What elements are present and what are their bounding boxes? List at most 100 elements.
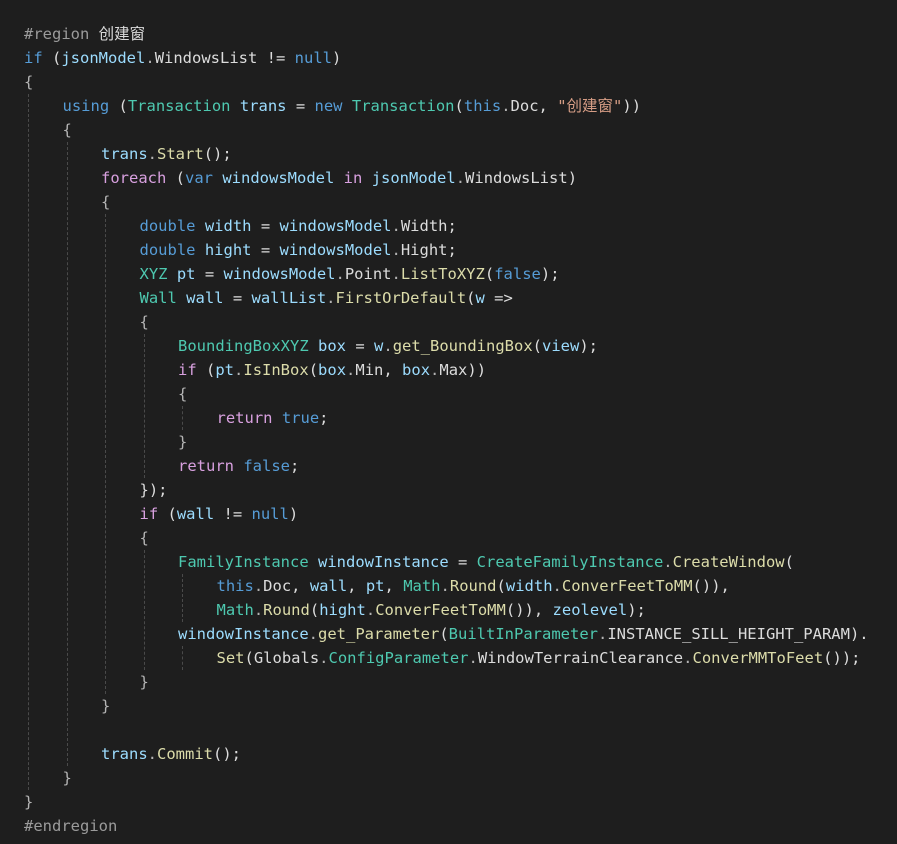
code-token: null bbox=[251, 505, 289, 523]
code-token: using bbox=[62, 97, 110, 115]
code-token: ( bbox=[496, 577, 506, 595]
code-line[interactable]: windowInstance.get_Parameter(BuiltInPara… bbox=[178, 622, 869, 646]
code-token: if bbox=[178, 361, 197, 379]
code-line[interactable]: Wall wall = wallList.FirstOrDefault(w => bbox=[140, 286, 513, 310]
code-line[interactable]: foreach (var windowsModel in jsonModel.W… bbox=[101, 166, 577, 190]
code-token: ( bbox=[439, 625, 449, 643]
code-token: false bbox=[243, 457, 291, 475]
code-token: wallList bbox=[251, 289, 327, 307]
code-token: in bbox=[343, 169, 363, 187]
code-token: Set bbox=[216, 649, 245, 667]
code-line[interactable]: { bbox=[178, 382, 187, 406]
code-line[interactable]: double hight = windowsModel.Hight; bbox=[140, 238, 457, 262]
indent-guide bbox=[105, 214, 106, 694]
code-editor[interactable]: #region 创建窗 if (jsonModel.WindowsList != … bbox=[0, 0, 897, 844]
code-line[interactable]: XYZ pt = windowsModel.Point.ListToXYZ(fa… bbox=[140, 262, 560, 286]
code-token: )) bbox=[622, 97, 642, 115]
code-line[interactable]: return true; bbox=[217, 406, 329, 430]
code-token: jsonModel bbox=[61, 49, 146, 67]
code-token: , bbox=[347, 577, 366, 595]
code-token: hight bbox=[319, 601, 366, 619]
code-token: ); bbox=[627, 601, 646, 619]
code-token: width bbox=[505, 577, 553, 595]
code-line[interactable]: BoundingBoxXYZ box = w.get_BoundingBox(v… bbox=[178, 334, 598, 358]
code-token: ()), bbox=[692, 577, 730, 595]
code-line[interactable]: Set(Globals.ConfigParameter.WindowTerrai… bbox=[217, 646, 861, 670]
indent-guide bbox=[182, 646, 183, 670]
code-token: ConverFeetToMM bbox=[375, 601, 506, 619]
code-token: double bbox=[139, 217, 196, 235]
code-token: Width bbox=[400, 217, 448, 235]
code-token: wall bbox=[309, 577, 348, 595]
code-token: w bbox=[374, 337, 384, 355]
code-token: { bbox=[101, 193, 111, 211]
code-token: ) bbox=[332, 49, 342, 67]
code-token: trans bbox=[101, 145, 148, 163]
code-token: . bbox=[430, 361, 440, 379]
code-line[interactable]: { bbox=[101, 190, 110, 214]
code-line[interactable]: FamilyInstance windowInstance = CreateFa… bbox=[178, 550, 794, 574]
code-line[interactable]: return false; bbox=[178, 454, 299, 478]
code-token: trans bbox=[101, 745, 148, 763]
code-token: ; bbox=[447, 217, 457, 235]
code-token: return bbox=[216, 409, 273, 427]
code-token: , bbox=[538, 97, 558, 115]
code-line[interactable]: if (wall != null) bbox=[140, 502, 299, 526]
code-line[interactable]: } bbox=[140, 670, 149, 694]
code-token: . bbox=[253, 601, 264, 619]
code-token: . bbox=[145, 49, 155, 67]
code-token: ). bbox=[849, 625, 869, 643]
code-token: != bbox=[257, 49, 295, 67]
code-token: Max bbox=[439, 361, 468, 379]
code-line[interactable]: if (pt.IsInBox(box.Min, box.Max)) bbox=[178, 358, 486, 382]
code-token: ConverFeetToMM bbox=[561, 577, 693, 595]
code-line[interactable]: } bbox=[63, 766, 72, 790]
code-token: { bbox=[178, 385, 188, 403]
code-token: != bbox=[214, 505, 252, 523]
code-line[interactable]: { bbox=[24, 70, 33, 94]
code-line[interactable]: using (Transaction trans = new Transacti… bbox=[63, 94, 642, 118]
code-token: Globals bbox=[253, 649, 320, 667]
code-token: ( bbox=[454, 97, 464, 115]
code-line[interactable]: } bbox=[178, 430, 187, 454]
code-line[interactable]: this.Doc, wall, pt, Math.Round(width.Con… bbox=[217, 574, 730, 598]
code-line[interactable]: trans.Start(); bbox=[101, 142, 232, 166]
code-line[interactable]: trans.Commit(); bbox=[101, 742, 241, 766]
code-line[interactable]: #region 创建窗 bbox=[24, 22, 145, 46]
code-line[interactable]: } bbox=[24, 790, 33, 814]
code-line[interactable]: double width = windowsModel.Width; bbox=[140, 214, 457, 238]
code-line[interactable]: { bbox=[140, 526, 149, 550]
code-line[interactable]: }); bbox=[140, 478, 168, 502]
code-line[interactable]: Math.Round(hight.ConverFeetToMM()), zeol… bbox=[217, 598, 646, 622]
code-token: = bbox=[448, 553, 477, 571]
code-line[interactable]: #endregion bbox=[24, 814, 117, 838]
code-token: this bbox=[463, 97, 502, 115]
code-line[interactable]: { bbox=[140, 310, 149, 334]
code-token: box bbox=[318, 361, 347, 379]
code-token: ; bbox=[447, 241, 457, 259]
code-line[interactable]: if (jsonModel.WindowsList != null) bbox=[24, 46, 341, 70]
code-token: if bbox=[139, 505, 159, 523]
code-token: } bbox=[178, 433, 188, 451]
code-token: . bbox=[147, 145, 158, 163]
code-token: Transaction bbox=[351, 97, 455, 115]
indent-guide bbox=[182, 574, 183, 622]
code-line[interactable]: { bbox=[63, 118, 72, 142]
code-token: IsInBox bbox=[243, 361, 309, 379]
code-token: Doc bbox=[263, 577, 292, 595]
code-token: . bbox=[391, 217, 401, 235]
indent-guide bbox=[143, 334, 145, 478]
code-token: . bbox=[468, 649, 478, 667]
code-token: get_BoundingBox bbox=[392, 337, 533, 355]
code-line[interactable]: } bbox=[101, 694, 110, 718]
code-token: . bbox=[552, 577, 562, 595]
code-token: ( bbox=[466, 289, 476, 307]
code-token: ); bbox=[540, 265, 560, 283]
code-token: false bbox=[494, 265, 541, 283]
